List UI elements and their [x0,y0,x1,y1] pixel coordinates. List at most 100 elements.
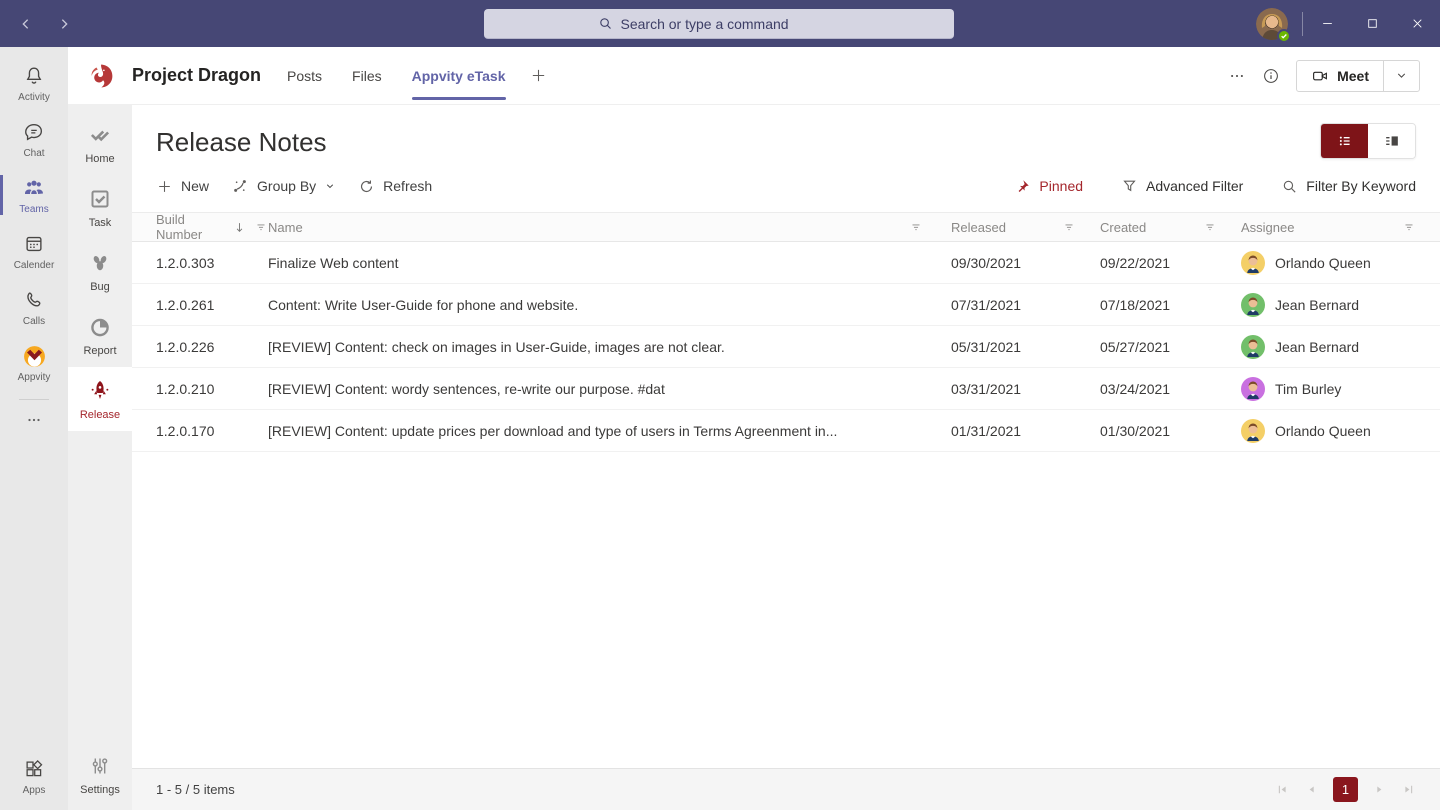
group-by-button[interactable]: Group By [231,177,336,195]
page-title: Release Notes [156,127,1440,158]
module-item-label: Release [80,409,120,421]
add-tab-button[interactable] [530,67,547,84]
module-item-report[interactable]: Report [68,303,132,367]
module-rail: Home Task Bug [68,105,132,810]
first-page-icon [1275,782,1290,797]
rail-item-label: Appvity [18,372,51,383]
released-cell: 09/30/2021 [951,255,1100,271]
previous-page-button[interactable] [1304,782,1319,797]
module-item-release[interactable]: Release [68,367,132,431]
assignee-name: Jean Bernard [1275,339,1359,355]
meet-button[interactable]: Meet [1297,61,1383,91]
assignee-avatar [1241,377,1265,401]
board-view-icon [1382,131,1402,151]
table-row[interactable]: 1.2.0.303 Finalize Web content 09/30/202… [132,242,1440,284]
build-number-cell: 1.2.0.210 [132,381,268,397]
column-header-assignee[interactable]: Assignee [1241,213,1440,241]
settings-sliders-icon [88,752,112,780]
rail-item-label: Teams [19,204,48,215]
column-header-created[interactable]: Created [1100,213,1241,241]
pin-icon [1014,178,1031,195]
info-button[interactable] [1262,67,1280,85]
team-logo-dragon-icon [88,63,114,89]
filter-icon[interactable] [254,220,268,234]
module-item-bug[interactable]: Bug [68,239,132,303]
module-item-home[interactable]: Home [68,111,132,175]
video-camera-icon [1311,67,1329,85]
sidebar-item-calls[interactable]: Calls [0,279,68,335]
column-header-build-number[interactable]: Build Number [132,213,268,241]
filter-icon[interactable] [1203,220,1217,234]
board-view-button[interactable] [1368,124,1415,158]
list-view-button[interactable] [1321,124,1368,158]
sidebar-item-appvity[interactable]: Appvity [0,335,68,391]
close-button[interactable] [1395,0,1440,47]
sidebar-item-activity[interactable]: Activity [0,55,68,111]
more-options-button[interactable] [1228,67,1246,85]
filter-icon[interactable] [1402,220,1416,234]
titlebar [0,0,1440,47]
assignee-cell: Orlando Queen [1241,419,1440,443]
more-apps-button[interactable] [0,406,68,434]
meet-options-button[interactable] [1383,61,1419,91]
info-icon [1262,67,1280,85]
module-item-settings[interactable]: Settings [68,742,132,806]
table-row[interactable]: 1.2.0.226 [REVIEW] Content: check on ima… [132,326,1440,368]
sort-descending-icon[interactable] [233,221,246,234]
build-number-cell: 1.2.0.261 [132,297,268,313]
search-bar[interactable] [484,9,954,39]
created-cell: 07/18/2021 [1100,297,1241,313]
created-cell: 01/30/2021 [1100,423,1241,439]
release-rocket-icon [87,377,113,405]
module-item-task[interactable]: Task [68,175,132,239]
pinned-button[interactable]: Pinned [1014,178,1083,195]
sidebar-item-chat[interactable]: Chat [0,111,68,167]
minimize-icon [1321,17,1334,30]
search-input[interactable] [621,16,841,32]
sidebar-item-calendar[interactable]: Calender [0,223,68,279]
column-header-released[interactable]: Released [951,213,1100,241]
released-cell: 03/31/2021 [951,381,1100,397]
next-page-button[interactable] [1372,782,1387,797]
back-button[interactable] [12,10,40,38]
assignee-cell: Jean Bernard [1241,335,1440,359]
sidebar-item-apps[interactable]: Apps [0,748,68,804]
advanced-filter-label: Advanced Filter [1146,178,1243,194]
phone-icon [23,287,45,313]
column-label: Name [268,220,303,235]
team-name: Project Dragon [132,65,261,86]
chevron-right-icon [56,16,72,32]
tab-posts[interactable]: Posts [287,47,322,104]
tab-files[interactable]: Files [352,47,382,104]
released-cell: 01/31/2021 [951,423,1100,439]
column-header-name[interactable]: Name [268,213,951,241]
last-page-button[interactable] [1401,782,1416,797]
module-item-label: Task [89,217,112,229]
sidebar-item-teams[interactable]: Teams [0,167,68,223]
table-row[interactable]: 1.2.0.170 [REVIEW] Content: update price… [132,410,1440,452]
advanced-filter-button[interactable]: Advanced Filter [1121,178,1243,195]
search-icon [1281,178,1298,195]
grid-footer: 1 - 5 / 5 items 1 [132,768,1440,810]
filter-icon[interactable] [909,220,923,234]
current-page-button[interactable]: 1 [1333,777,1358,802]
refresh-button[interactable]: Refresh [358,178,432,195]
table-row[interactable]: 1.2.0.261 Content: Write User-Guide for … [132,284,1440,326]
name-cell: Content: Write User-Guide for phone and … [268,297,951,313]
forward-button[interactable] [50,10,78,38]
pagination: 1 [1275,777,1416,802]
first-page-button[interactable] [1275,782,1290,797]
maximize-button[interactable] [1350,0,1395,47]
filter-by-keyword-button[interactable]: Filter By Keyword [1281,178,1416,195]
name-cell: [REVIEW] Content: wordy sentences, re-wr… [268,381,951,397]
new-button[interactable]: New [156,178,209,195]
app-rail: Activity Chat Teams Calender Calls [0,47,68,810]
assignee-cell: Tim Burley [1241,377,1440,401]
tab-appvity-etask[interactable]: Appvity eTask [412,47,506,104]
name-cell: [REVIEW] Content: check on images in Use… [268,339,951,355]
table-row[interactable]: 1.2.0.210 [REVIEW] Content: wordy senten… [132,368,1440,410]
minimize-button[interactable] [1305,0,1350,47]
previous-page-icon [1304,782,1319,797]
user-avatar[interactable] [1256,8,1288,40]
filter-icon[interactable] [1062,220,1076,234]
